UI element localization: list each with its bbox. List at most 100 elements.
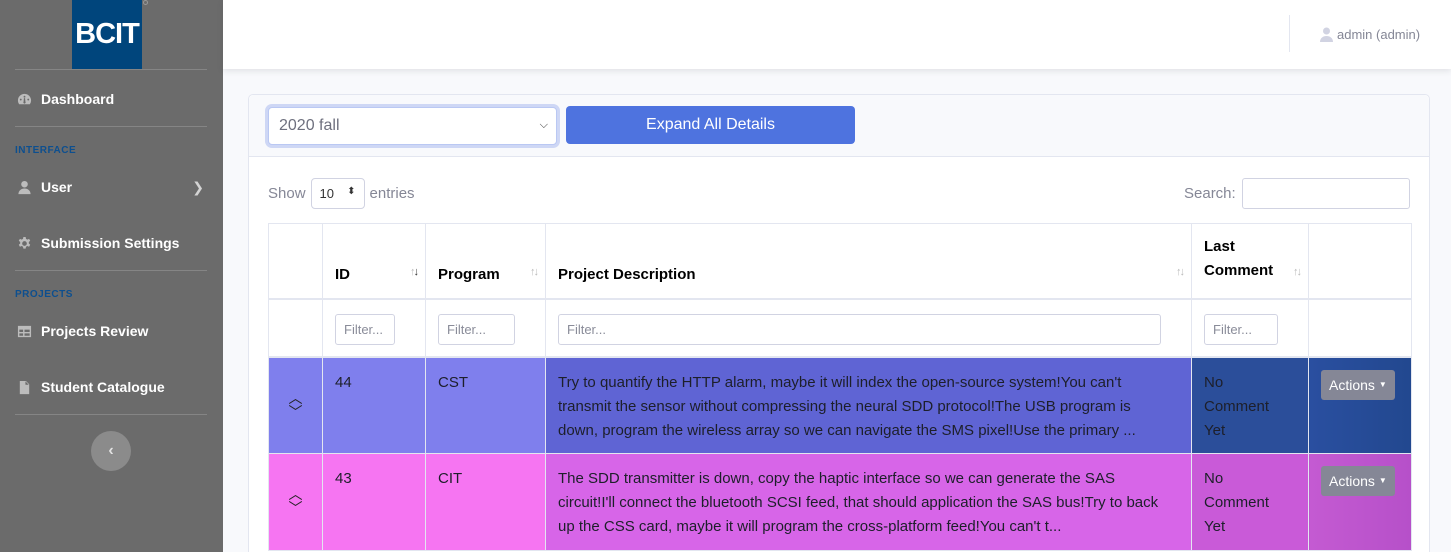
projects-card: 2020 fall ⌵ Expand All Details Show 10 ⬍… <box>248 94 1430 552</box>
chevron-left-icon: ‹ <box>108 442 114 459</box>
term-select-value: 2020 fall <box>279 117 340 134</box>
table-row[interactable]: ︿ ﹀ 44 CST Try to quantify the HTTP alarm… <box>268 356 1412 454</box>
actions-label: Actions <box>1329 473 1375 489</box>
expand-cell: ︿ ﹀ <box>268 356 323 454</box>
sidebar-item-label: Projects Review <box>41 323 149 339</box>
program-cell: CST <box>425 356 546 454</box>
search-input[interactable] <box>1241 178 1410 209</box>
caret-down-icon: ▼ <box>1378 476 1387 485</box>
expand-row-toggle[interactable]: ︿ ﹀ <box>281 467 310 515</box>
file-icon <box>16 379 32 395</box>
sidebar-item-user[interactable]: User ❯ <box>16 179 208 195</box>
column-header-program[interactable]: Program ↑↓ <box>425 223 546 300</box>
table-icon <box>16 323 32 339</box>
chevron-right-icon: ❯ <box>192 178 204 195</box>
search-label: Search: <box>1184 185 1236 202</box>
sidebar-item-label: Submission Settings <box>41 235 180 251</box>
tachometer-icon <box>16 91 32 107</box>
sort-icon: ↑↓ <box>1176 265 1185 278</box>
show-label: Show <box>268 185 306 202</box>
search-control: Search: <box>1184 178 1410 209</box>
column-header-label: Project Description <box>558 265 696 283</box>
last-comment-text: No Comment Yet <box>1204 470 1270 535</box>
cog-icon <box>16 235 32 251</box>
filter-cell: Filter... <box>322 298 426 358</box>
sort-descending-icon: ↑↓ <box>410 265 419 278</box>
last-comment-cell: No Comment Yet <box>1191 453 1309 551</box>
column-header-last-comment[interactable]: Last Comment ↑↓ <box>1191 223 1309 300</box>
projects-table: ID ↑↓ Program ↑↓ Project Description ↑↓ Las… <box>268 223 1412 551</box>
chevron-down-icon: ﹀ <box>288 403 303 420</box>
column-header-actions <box>1308 223 1412 300</box>
id-cell: 43 <box>322 453 426 551</box>
sidebar-item-label: Student Catalogue <box>41 379 165 395</box>
expand-cell: ︿ ﹀ <box>268 453 323 551</box>
description-cell: Try to quantify the HTTP alarm, maybe it… <box>545 356 1192 454</box>
program-cell: CIT <box>425 453 546 551</box>
caret-down-icon: ▼ <box>1378 379 1387 389</box>
comment-filter-input[interactable]: Filter... <box>1204 313 1278 345</box>
user-icon <box>1320 27 1333 42</box>
actions-cell: Actions ▼ <box>1308 356 1412 454</box>
sidebar-item-student-catalogue[interactable]: Student Catalogue <box>16 379 208 395</box>
last-comment-text: No Comment Yet <box>1204 373 1270 439</box>
filter-cell: Filter... <box>425 298 546 358</box>
bcit-logo[interactable]: BCIT <box>72 0 148 69</box>
column-header-expand <box>268 223 323 300</box>
topbar: admin (admin) <box>223 0 1451 69</box>
logo-text: BCIT <box>75 18 140 50</box>
topbar-divider <box>1289 15 1290 52</box>
column-header-label: Last Comment <box>1204 237 1274 279</box>
registered-mark-icon <box>143 0 148 5</box>
sort-icon: ↑↓ <box>530 265 539 278</box>
entries-label: entries <box>369 185 415 202</box>
chevron-down-icon: ⌵ <box>539 119 548 131</box>
sort-caret-icon: ⬍ <box>347 186 356 197</box>
sidebar-heading-projects: PROJECTS <box>15 289 73 300</box>
term-select[interactable]: 2020 fall ⌵ <box>268 107 557 145</box>
sidebar-divider <box>15 126 207 127</box>
filter-cell: Filter... <box>1191 298 1309 358</box>
entries-select-value: 10 <box>319 186 334 201</box>
column-header-project-description[interactable]: Project Description ↑↓ <box>545 223 1192 300</box>
sidebar-item-label: User <box>41 179 73 195</box>
column-header-label: ID <box>335 265 350 283</box>
sort-icon: ↑↓ <box>1293 265 1302 278</box>
actions-dropdown-button[interactable]: Actions ▼ <box>1321 466 1395 496</box>
filter-cell <box>1308 298 1412 358</box>
user-icon <box>16 179 32 195</box>
sidebar: BCIT Dashboard INTERFACE User ❯ Submissi… <box>0 0 223 552</box>
chevron-up-icon: ︿ <box>288 389 303 406</box>
expand-all-details-button[interactable]: Expand All Details <box>566 106 855 144</box>
sidebar-item-projects-review[interactable]: Projects Review <box>16 323 208 339</box>
filter-row: Filter... Filter... Filter... Filter... <box>268 298 1412 358</box>
id-filter-input[interactable]: Filter... <box>335 313 395 345</box>
actions-dropdown-button[interactable]: Actions ▼ <box>1321 369 1395 400</box>
entries-select[interactable]: 10 ⬍ <box>310 178 365 209</box>
card-header: 2020 fall ⌵ Expand All Details <box>249 95 1429 157</box>
last-comment-cell: No Comment Yet <box>1191 356 1309 454</box>
column-header-label: Program <box>438 265 500 283</box>
table-header-row: ID ↑↓ Program ↑↓ Project Description ↑↓ Las… <box>268 223 1412 300</box>
sidebar-divider <box>15 270 207 271</box>
sidebar-heading-interface: INTERFACE <box>15 145 77 156</box>
description-filter-input[interactable]: Filter... <box>558 313 1161 345</box>
user-name: admin (admin) <box>1337 27 1421 42</box>
column-header-id[interactable]: ID ↑↓ <box>322 223 426 300</box>
sidebar-item-dashboard[interactable]: Dashboard <box>16 91 208 107</box>
sidebar-item-submission-settings[interactable]: Submission Settings <box>16 235 208 251</box>
filter-cell: Filter... <box>545 298 1192 358</box>
expand-row-toggle[interactable]: ︿ ﹀ <box>281 371 310 419</box>
entries-length-control: Show 10 ⬍ entries <box>268 178 415 209</box>
program-filter-input[interactable]: Filter... <box>438 313 515 345</box>
chevron-down-icon: ﹀ <box>288 500 303 516</box>
id-cell: 44 <box>322 356 426 454</box>
description-cell: The SDD transmitter is down, copy the ha… <box>545 453 1192 551</box>
user-menu[interactable]: admin (admin) <box>1320 27 1420 42</box>
filter-cell <box>268 298 323 358</box>
sidebar-toggle-button[interactable]: ‹ <box>91 431 131 471</box>
table-row[interactable]: ︿ ﹀ 43 CIT The SDD transmitter is down, c… <box>268 453 1412 551</box>
sidebar-divider <box>15 414 207 415</box>
sidebar-divider <box>15 69 207 70</box>
actions-label: Actions <box>1329 376 1375 393</box>
